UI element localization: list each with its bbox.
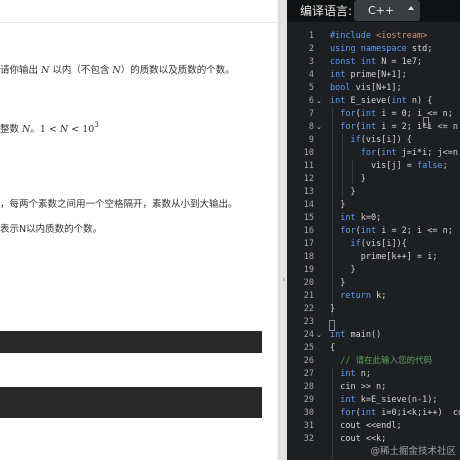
fold-chevron-icon[interactable]: ⌄ [316,332,323,339]
code-line: int prime[N+1]; [330,70,407,80]
line-number: 28 [303,382,314,392]
line-number: 8 [308,122,314,132]
language-label: 编译语言: [300,4,353,18]
code-line: for(int i=0;i<k;i++) co [340,408,460,418]
line-number: 25 [303,343,314,353]
problem-panel: 请你输出 N 以内（不包含 N）的质数以及质数的个数。 整数 N。1 < N <… [0,0,277,460]
code-line: } [330,200,346,210]
code-line: int E_sieve(int n) { [330,96,433,106]
code-line: prime[k++] = i; [330,252,438,262]
code-line: const int N = 1e7; [330,57,423,67]
code-line: if(vis[i]){ [350,239,407,249]
code-line: for(int j=i*i; j<=n [360,148,458,158]
input-constraint-line: 整数 N。1 < N < 103 [0,121,99,135]
line-number: 16 [303,226,314,236]
code-line: } [330,265,356,275]
caret-up-icon [408,6,414,10]
line-number: 21 [303,291,314,301]
code-line: using namespace std; [330,44,433,54]
code-line: // 请在此输入您的代码 [340,356,433,366]
line-number: 15 [303,213,314,223]
line-number: 6 [308,96,314,106]
line-number: 12 [303,174,314,184]
code-line: vis[j] = false; [330,161,448,171]
code-line: int k=E_sieve(n-1); [340,395,438,405]
line-number: 30 [303,408,314,418]
line-number: 31 [303,421,314,431]
watermark: @稀土掘金技术社区 [370,446,456,457]
problem-description-line: 请你输出 N 以内（不包含 N）的质数以及质数的个数。 [0,65,235,76]
line-number: 1 [308,31,314,41]
code-line: } [330,304,336,314]
line-number: 4 [308,70,314,80]
code-line: #include <iostream> [330,31,428,41]
editor-toolbar: 编译语言: C++ [287,0,460,22]
output-count-line: 表示N以内质数的个数。 [0,224,103,235]
language-select-value: C++ [368,4,395,17]
code-editor-panel: 编译语言: C++ 1 2 3 4 5 6 7 8 9 10 11 12 13 14 15 16 17 18 19 2… [287,0,460,460]
line-number: 26 [303,356,314,366]
line-number: 29 [303,395,314,405]
code-line: if(vis[i]) { [350,135,412,145]
code-text-area[interactable]: #include <iostream> using namespace std; c… [324,26,460,460]
output-format-line: ，每两个素数之间用一个空格隔开，素数从小到大输出。 [0,199,238,210]
code-line: int k=0; [340,213,382,223]
code-line: for(int i = 2; i <= n; [340,226,453,236]
code-line: } [330,187,356,197]
sample-output-block [0,387,262,418]
code-line: for(int i = 0; i <= n; [340,109,453,119]
screen: 请你输出 N 以内（不包含 N）的质数以及质数的个数。 整数 N。1 < N <… [0,0,460,460]
line-number: 24 [303,330,314,340]
language-select[interactable]: C++ [354,0,420,21]
code-line: for(int i = 2; i*i <= n [340,122,458,132]
code-line: return k; [340,291,387,301]
line-number: 11 [303,161,314,171]
problem-top-bar [0,0,277,23]
line-number: 19 [303,265,314,275]
line-number: 20 [303,278,314,288]
fold-chevron-icon[interactable]: ⌄ [316,98,323,105]
code-line: cout <<endl; [330,421,402,431]
line-number: 14 [303,200,314,210]
line-number: 10 [303,148,314,158]
line-number: 3 [308,57,314,67]
code-line: } [330,278,346,288]
code-line: int n; [340,369,371,379]
code-line: bool vis[N+1]; [330,83,402,93]
line-number: 13 [303,187,314,197]
line-number: 22 [303,304,314,314]
line-number: 27 [303,369,314,379]
sample-input-block [0,331,262,353]
line-number: 18 [303,252,314,262]
line-number: 32 [303,434,314,444]
code-line: { [330,343,336,353]
line-number: 17 [303,239,314,249]
line-number: 9 [308,135,314,145]
line-number: 23 [303,317,314,327]
fold-chevron-icon[interactable]: ⌄ [316,124,323,131]
code-line: int main() [330,330,382,340]
line-number: 7 [308,109,314,119]
line-number: 5 [308,83,314,93]
line-number: 2 [308,44,314,54]
code-line: cin >> n; [330,382,387,392]
line-number-gutter: 1 2 3 4 5 6 7 8 9 10 11 12 13 14 15 16 17 18 19 20 21 22 23 24 2… [287,26,324,460]
code-line: } [330,174,366,184]
